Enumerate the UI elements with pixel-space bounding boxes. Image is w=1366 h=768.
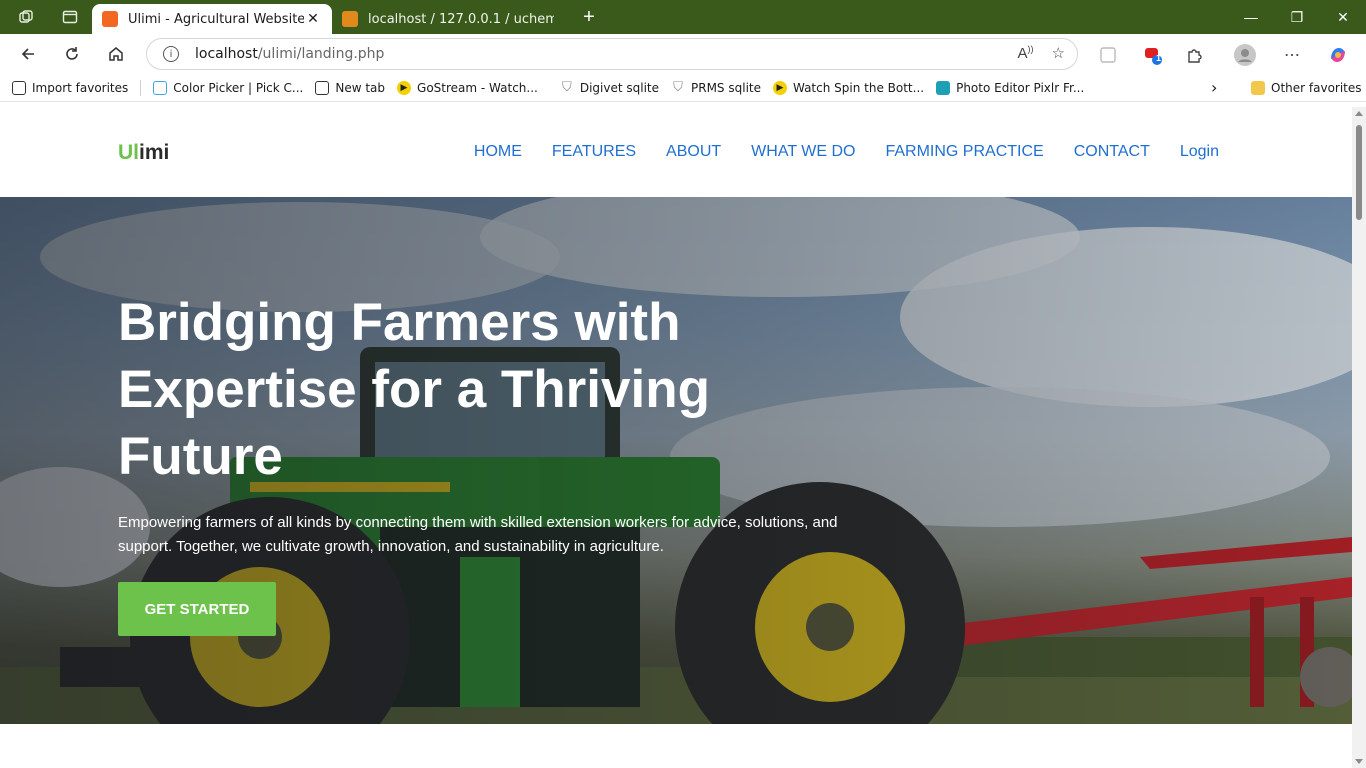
home-icon[interactable]: [96, 37, 136, 71]
fav-gostream[interactable]: ▶ GoStream - Watch...: [391, 76, 544, 100]
extensions-puzzle-icon[interactable]: [1184, 44, 1206, 66]
new-tab-icon[interactable]: +: [574, 6, 604, 29]
nav-about[interactable]: ABOUT: [666, 143, 721, 161]
fav-label: Import favorites: [32, 80, 129, 95]
site-header: Ulimi HOME FEATURES ABOUT WHAT WE DO FAR…: [0, 107, 1352, 197]
phpmyadmin-favicon-icon: [342, 11, 358, 27]
folder-icon: [1251, 80, 1265, 95]
url-input[interactable]: i localhost/ulimi/landing.php A)) ☆: [146, 38, 1078, 70]
play-icon: ▶: [772, 80, 787, 95]
fav-label: Other favorites: [1271, 80, 1362, 95]
address-bar-row: i localhost/ulimi/landing.php A)) ☆ 1 ⋯: [0, 34, 1366, 74]
extension-placeholder-icon[interactable]: [1097, 44, 1119, 66]
logo-rest: imi: [139, 141, 170, 164]
video-extension-icon[interactable]: 1: [1142, 44, 1164, 66]
divider: [140, 79, 142, 96]
nav-farming-practice[interactable]: FARMING PRACTICE: [885, 143, 1043, 161]
play-icon: ▶: [397, 80, 412, 95]
new-tab-page-icon: [315, 80, 330, 95]
fav-label: Watch Spin the Bott...: [792, 80, 925, 95]
tab-title: Ulimi - Agricultural Website: [128, 11, 304, 27]
web-page: Ulimi HOME FEATURES ABOUT WHAT WE DO FAR…: [0, 107, 1352, 768]
refresh-icon[interactable]: [52, 37, 92, 71]
shield-icon: ⛉: [673, 80, 683, 95]
restore-icon[interactable]: ❐: [1274, 0, 1320, 34]
nav-features[interactable]: FEATURES: [552, 143, 636, 161]
url-path: /ulimi/landing.php: [257, 46, 385, 62]
window-controls: — ❐ ✕: [1228, 0, 1366, 34]
close-tab-icon[interactable]: ✕: [304, 11, 322, 27]
shield-icon: ⛉: [561, 80, 572, 95]
import-icon: [12, 80, 26, 95]
favorites-overflow-chevron-icon[interactable]: ›: [1205, 76, 1223, 100]
url-host: localhost: [195, 46, 258, 62]
tab-title: localhost / 127.0.0.1 / uchembere: [368, 11, 554, 27]
back-icon[interactable]: [8, 37, 48, 71]
tab-phpmyadmin[interactable]: localhost / 127.0.0.1 / uchembere: [332, 4, 564, 34]
pixlr-icon: [936, 80, 951, 95]
fav-label: PRMS sqlite: [691, 80, 761, 95]
more-menu-icon[interactable]: ⋯: [1281, 44, 1303, 66]
url-text: localhost/ulimi/landing.php: [195, 46, 384, 62]
logo-accent: Ul: [118, 141, 139, 164]
fav-spin-the-bottle[interactable]: ▶ Watch Spin the Bott...: [767, 76, 930, 100]
fav-label: Photo Editor Pixlr Fr...: [956, 80, 1085, 95]
fav-pixlr[interactable]: Photo Editor Pixlr Fr...: [930, 76, 1090, 100]
hero-section: Bridging Farmers with Expertise for a Th…: [0, 197, 1352, 724]
vertical-tabs-icon[interactable]: [58, 5, 82, 29]
close-window-icon[interactable]: ✕: [1320, 0, 1366, 34]
main-nav: HOME FEATURES ABOUT WHAT WE DO FARMING P…: [474, 143, 1219, 161]
hero-title: Bridging Farmers with Expertise for a Th…: [118, 293, 710, 486]
favorite-star-icon[interactable]: ☆: [1052, 44, 1065, 62]
scroll-down-arrow-icon[interactable]: [1355, 759, 1363, 764]
copilot-icon[interactable]: [1327, 44, 1349, 66]
fav-digivet[interactable]: ⛉ Digivet sqlite: [554, 76, 665, 100]
browser-tab-bar: Ulimi - Agricultural Website ✕ localhost…: [0, 0, 1366, 34]
fav-import[interactable]: Import favorites: [6, 76, 134, 100]
fav-prms[interactable]: ⛉ PRMS sqlite: [665, 76, 767, 100]
nav-login[interactable]: Login: [1180, 143, 1219, 161]
profile-avatar-icon[interactable]: [1234, 44, 1256, 66]
site-logo[interactable]: Ulimi: [118, 141, 169, 165]
nav-what-we-do[interactable]: WHAT WE DO: [751, 143, 855, 161]
fav-other-favorites[interactable]: Other favorites: [1245, 76, 1366, 100]
nav-contact[interactable]: CONTACT: [1074, 143, 1150, 161]
fav-label: Color Picker | Pick C...: [173, 80, 304, 95]
fav-label: New tab: [335, 80, 386, 95]
minimize-icon[interactable]: —: [1228, 0, 1274, 34]
read-aloud-icon[interactable]: A)): [1018, 44, 1034, 62]
scrollbar-thumb[interactable]: [1356, 125, 1362, 220]
get-started-button[interactable]: GET STARTED: [118, 582, 276, 636]
tab-ulimi[interactable]: Ulimi - Agricultural Website ✕: [92, 4, 332, 34]
hero-subtitle: Empowering farmers of all kinds by conne…: [118, 514, 838, 555]
fav-color-picker[interactable]: Color Picker | Pick C...: [147, 76, 309, 100]
workspaces-icon[interactable]: [14, 5, 38, 29]
page-scrollbar[interactable]: [1352, 107, 1366, 768]
fav-label: Digivet sqlite: [579, 80, 659, 95]
fav-label: GoStream - Watch...: [417, 80, 538, 95]
scroll-up-arrow-icon[interactable]: [1355, 111, 1363, 116]
fav-new-tab[interactable]: New tab: [309, 76, 391, 100]
site-info-icon[interactable]: i: [163, 46, 179, 62]
extension-badge: 1: [1156, 53, 1162, 63]
color-picker-icon: [153, 80, 168, 95]
xampp-favicon-icon: [102, 11, 118, 27]
nav-home[interactable]: HOME: [474, 143, 522, 161]
favorites-bar: Import favorites Color Picker | Pick C..…: [0, 74, 1366, 102]
